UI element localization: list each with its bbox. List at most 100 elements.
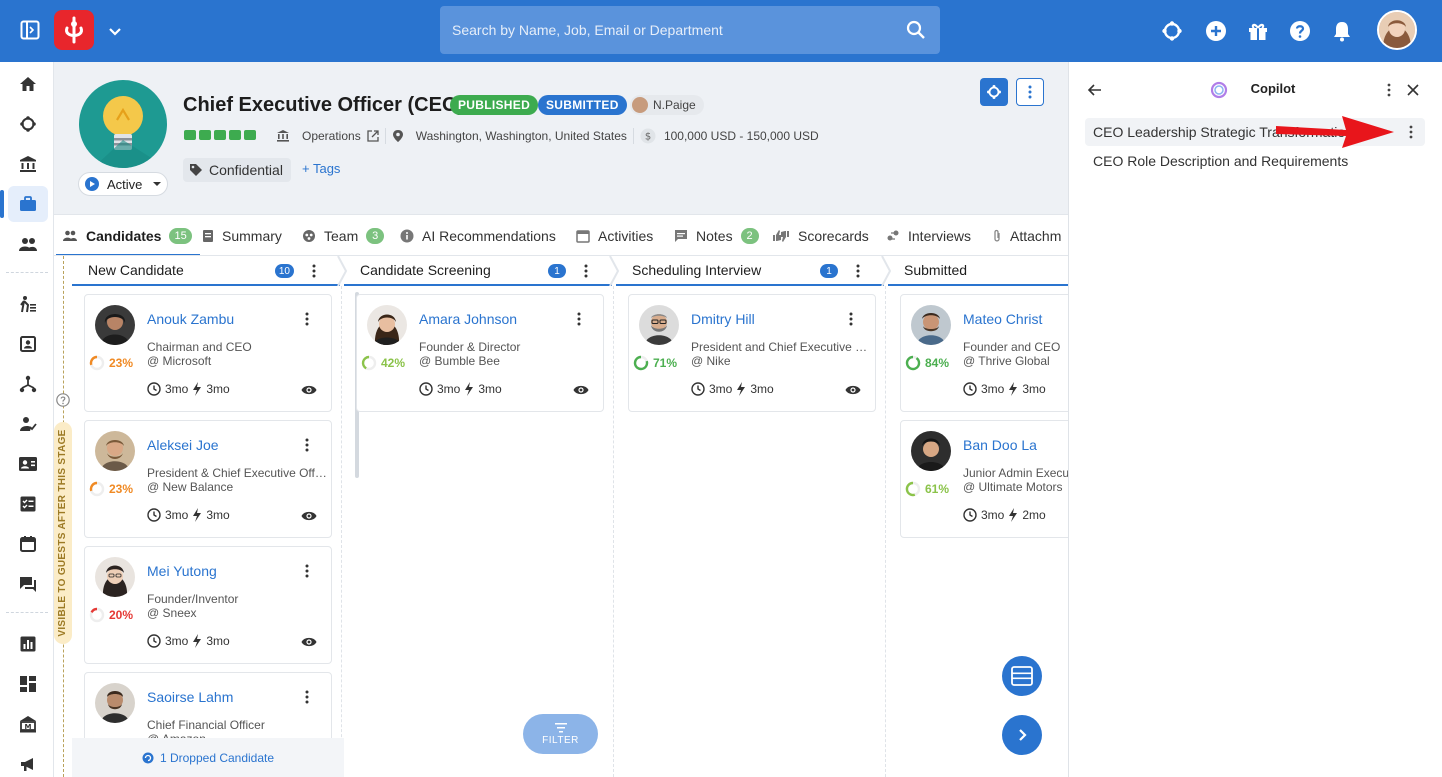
person-check-icon[interactable] xyxy=(8,406,48,442)
people-icon[interactable] xyxy=(8,226,48,262)
search-box[interactable] xyxy=(440,6,940,54)
eye-icon[interactable] xyxy=(301,383,317,397)
tab-activities[interactable]: Activities xyxy=(576,215,653,255)
tab-candidates[interactable]: Candidates 15 xyxy=(56,215,200,255)
kebab-icon[interactable] xyxy=(299,311,315,327)
add-tags-button[interactable]: + Tags xyxy=(302,161,340,176)
candidate-name[interactable]: Dmitry Hill xyxy=(691,311,755,327)
stage-column: Submitted Mateo Christ Founder and CEO @… xyxy=(888,256,1068,777)
document-icon xyxy=(203,229,213,242)
gift-icon[interactable] xyxy=(1246,19,1270,43)
stage-header: Scheduling Interview 1 xyxy=(616,256,884,286)
stage-count: 1 xyxy=(820,264,838,278)
hiring-icon[interactable] xyxy=(8,286,48,322)
candidate-card[interactable]: Anouk Zambu Chairman and CEO @ Microsoft… xyxy=(84,294,332,412)
home-icon[interactable] xyxy=(8,66,48,102)
candidate-card[interactable]: Mei Yutong Founder/Inventor @ Sneex 20% … xyxy=(84,546,332,664)
note-icon xyxy=(675,229,687,242)
calendar-icon[interactable] xyxy=(8,526,48,562)
eye-icon[interactable] xyxy=(301,509,317,523)
confidential-tag[interactable]: Confidential xyxy=(183,158,291,182)
stage-column: New Candidate 10 Anouk Zambu Chairman an… xyxy=(72,256,359,777)
external-link-icon[interactable] xyxy=(367,130,379,142)
kebab-icon[interactable] xyxy=(299,437,315,453)
paperclip-icon xyxy=(994,229,1000,242)
submitted-badge: SUBMITTED xyxy=(538,95,627,115)
logo-icon[interactable] xyxy=(54,10,94,50)
tab-ai-recommendations[interactable]: AI Recommendations xyxy=(400,215,556,255)
kebab-icon[interactable] xyxy=(1403,124,1419,140)
kebab-icon[interactable] xyxy=(578,263,594,279)
candidate-name[interactable]: Ban Doo La xyxy=(963,437,1037,453)
search-icon[interactable] xyxy=(906,20,926,40)
kebab-icon[interactable] xyxy=(299,563,315,579)
chat-icon[interactable] xyxy=(8,566,48,602)
dropped-candidates-link[interactable]: 1 Dropped Candidate xyxy=(72,738,344,777)
add-circle-icon[interactable] xyxy=(1204,19,1228,43)
hierarchy-icon[interactable] xyxy=(8,366,48,402)
tab-notes[interactable]: Notes 2 xyxy=(674,215,759,255)
eye-icon[interactable] xyxy=(573,383,589,397)
job-status-dropdown[interactable]: Active xyxy=(78,172,168,196)
stage-title: Scheduling Interview xyxy=(632,262,762,278)
panel-toggle-icon[interactable] xyxy=(20,20,40,40)
candidate-name[interactable]: Aleksei Joe xyxy=(147,437,219,453)
kebab-icon[interactable] xyxy=(843,311,859,327)
candidate-card[interactable]: Mateo Christ Founder and CEO @ Thrive Gl… xyxy=(900,294,1068,412)
checklist-icon[interactable] xyxy=(8,486,48,522)
id-card-icon[interactable] xyxy=(8,446,48,482)
copilot-icon[interactable] xyxy=(8,106,48,142)
help-icon[interactable] xyxy=(56,393,70,407)
clock-icon xyxy=(963,382,977,396)
candidate-role: Founder/Inventor xyxy=(147,592,239,606)
candidate-name[interactable]: Anouk Zambu xyxy=(147,311,234,327)
tab-interviews[interactable]: Interviews xyxy=(886,215,971,255)
eye-icon[interactable] xyxy=(301,635,317,649)
candidate-name[interactable]: Mateo Christ xyxy=(963,311,1042,327)
next-stage-button[interactable] xyxy=(1002,715,1042,755)
job-more-button[interactable] xyxy=(1016,78,1044,106)
bell-icon[interactable] xyxy=(1330,19,1354,43)
kebab-icon[interactable] xyxy=(1381,82,1397,98)
close-icon[interactable] xyxy=(1405,82,1421,98)
candidate-photo xyxy=(639,305,679,345)
eye-icon[interactable] xyxy=(845,383,861,397)
filter-icon xyxy=(554,722,567,732)
candidate-name[interactable]: Amara Johnson xyxy=(419,311,517,327)
candidate-card[interactable]: Ban Doo La Junior Admin Executive @ Ulti… xyxy=(900,420,1068,538)
briefcase-icon[interactable] xyxy=(0,186,48,222)
chevron-down-icon[interactable] xyxy=(106,22,124,40)
kebab-icon[interactable] xyxy=(299,689,315,705)
kebab-icon[interactable] xyxy=(850,263,866,279)
avatar[interactable] xyxy=(1377,10,1417,50)
institution-icon[interactable]: M xyxy=(8,706,48,742)
search-input[interactable] xyxy=(440,6,900,54)
tab-attachments[interactable]: Attachm xyxy=(992,215,1061,255)
candidate-card[interactable]: Amara Johnson Founder & Director @ Bumbl… xyxy=(356,294,604,412)
job-title: Chief Executive Officer (CEO) xyxy=(183,94,465,116)
dashboard-icon[interactable] xyxy=(8,666,48,702)
kebab-icon[interactable] xyxy=(571,311,587,327)
copilot-button[interactable] xyxy=(980,78,1008,106)
candidate-times: 3mo 3mo xyxy=(147,382,230,396)
candidate-name[interactable]: Mei Yutong xyxy=(147,563,217,579)
bar-chart-icon[interactable] xyxy=(8,626,48,662)
owner-chip[interactable]: N.Paige xyxy=(630,95,704,115)
tab-team[interactable]: Team 3 xyxy=(302,215,385,255)
contact-card-icon[interactable] xyxy=(8,326,48,362)
list-view-button[interactable] xyxy=(1002,656,1042,696)
candidate-card[interactable]: Aleksei Joe President & Chief Executive … xyxy=(84,420,332,538)
filter-button[interactable]: FILTER xyxy=(523,714,598,754)
candidate-name[interactable]: Saoirse Lahm xyxy=(147,689,233,705)
candidate-times: 3mo 3mo xyxy=(691,382,774,396)
bank-icon[interactable] xyxy=(8,146,48,182)
help-icon[interactable] xyxy=(1288,19,1312,43)
tab-scorecards[interactable]: Scorecards xyxy=(772,215,869,255)
job-header: Active Chief Executive Officer (CEO) PUB… xyxy=(54,62,1068,212)
megaphone-icon[interactable] xyxy=(8,746,48,777)
tab-summary[interactable]: Summary xyxy=(202,215,282,255)
candidate-card[interactable]: Dmitry Hill President and Chief Executiv… xyxy=(628,294,876,412)
kebab-icon[interactable] xyxy=(306,263,322,279)
copilot-icon[interactable] xyxy=(1160,19,1184,43)
dropped-icon xyxy=(142,752,154,763)
